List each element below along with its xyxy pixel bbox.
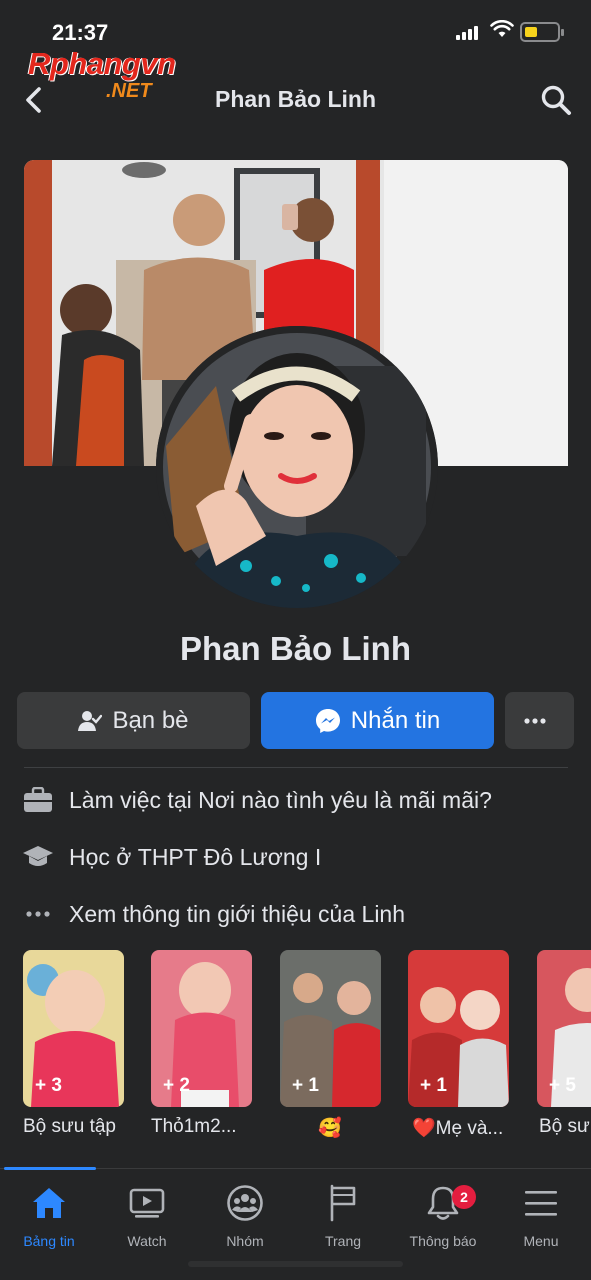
highlight-caption: Bộ sư bbox=[539, 1116, 590, 1137]
page-title: Phan Bảo Linh bbox=[215, 86, 376, 112]
tab-label: Menu bbox=[523, 1233, 559, 1249]
highlight-count: + 3 bbox=[35, 1075, 62, 1096]
highlight-count: + 1 bbox=[420, 1075, 447, 1096]
highlight-thumbnail: + 2 bbox=[151, 950, 252, 1107]
intro-work: Làm việc tại Nơi nào tình yêu là mãi mãi… bbox=[22, 782, 492, 818]
flag-icon bbox=[330, 1184, 356, 1222]
intro-school-prefix: Học ở bbox=[69, 843, 138, 870]
intro-see-about-label: Xem thông tin giới thiệu của Linh bbox=[69, 900, 406, 927]
highlight-caption: Bộ sưu tập bbox=[23, 1116, 116, 1137]
tab-news-feed[interactable]: Bảng tin bbox=[0, 1181, 98, 1249]
cellular-signal-icon bbox=[456, 26, 480, 40]
profile-avatar[interactable] bbox=[156, 326, 438, 608]
notification-badge: 2 bbox=[452, 1185, 476, 1209]
highlight-item[interactable]: + 1 ❤️Mẹ và... bbox=[408, 950, 509, 1139]
highlight-thumbnail: + 5 bbox=[537, 950, 591, 1107]
intro-work-prefix: Làm việc tại bbox=[69, 786, 199, 813]
highlight-item[interactable]: + 5 Bộ sư bbox=[537, 950, 591, 1137]
video-icon bbox=[129, 1188, 165, 1218]
tab-label: Watch bbox=[127, 1233, 167, 1249]
tab-label: Nhóm bbox=[226, 1233, 264, 1249]
intro-school-value[interactable]: THPT Đô Lương I bbox=[138, 844, 321, 871]
highlight-count: + 2 bbox=[163, 1075, 190, 1096]
highlight-thumbnail: + 3 bbox=[23, 950, 124, 1107]
more-dots-icon bbox=[523, 717, 546, 724]
tab-notifications[interactable]: 2 Thông báo bbox=[394, 1181, 492, 1249]
profile-name: Phan Bảo Linh bbox=[180, 630, 411, 667]
friends-button[interactable]: Bạn bè bbox=[17, 692, 250, 749]
more-dots-icon bbox=[26, 911, 50, 917]
more-options-button[interactable] bbox=[505, 692, 574, 749]
tab-label: Thông báo bbox=[409, 1233, 477, 1249]
highlight-thumbnail: + 1 bbox=[280, 950, 381, 1107]
message-button-label: Nhắn tin bbox=[350, 706, 441, 734]
highlight-item[interactable]: + 2 Thỏ1m2... bbox=[151, 950, 252, 1137]
menu-icon bbox=[525, 1191, 557, 1216]
active-tab-indicator bbox=[4, 1167, 96, 1170]
home-icon bbox=[33, 1188, 65, 1218]
tab-menu[interactable]: Menu bbox=[492, 1181, 590, 1249]
tab-groups[interactable]: Nhóm bbox=[196, 1181, 294, 1249]
divider bbox=[24, 767, 568, 768]
tab-pages[interactable]: Trang bbox=[294, 1181, 392, 1249]
home-indicator bbox=[188, 1261, 403, 1267]
search-icon[interactable] bbox=[540, 84, 572, 116]
tab-label: Trang bbox=[324, 1233, 362, 1249]
wifi-icon bbox=[490, 20, 514, 37]
watermark-text: Rphangvn bbox=[28, 46, 176, 81]
battery-icon bbox=[520, 22, 564, 42]
intro-work-value[interactable]: Nơi nào tình yêu là mãi mãi? bbox=[198, 787, 492, 814]
friends-button-label: Bạn bè bbox=[112, 706, 189, 734]
highlight-caption: Thỏ1m2... bbox=[151, 1116, 237, 1137]
highlight-item[interactable]: + 1 🥰 bbox=[280, 950, 381, 1139]
status-time: 21:37 bbox=[52, 20, 109, 45]
highlight-item[interactable]: + 3 Bộ sưu tập bbox=[23, 950, 124, 1137]
briefcase-icon bbox=[24, 787, 52, 812]
intro-see-about[interactable]: Xem thông tin giới thiệu của Linh bbox=[22, 896, 405, 932]
highlight-count: + 1 bbox=[292, 1075, 319, 1096]
friend-check-icon bbox=[78, 710, 103, 731]
highlight-count: + 5 bbox=[549, 1075, 576, 1096]
tab-watch[interactable]: Watch bbox=[98, 1181, 196, 1249]
intro-school: Học ở THPT Đô Lương I bbox=[22, 839, 321, 875]
messenger-icon bbox=[315, 708, 340, 733]
tab-label: Bảng tin bbox=[23, 1233, 75, 1249]
graduation-cap-icon bbox=[23, 846, 53, 866]
groups-icon bbox=[227, 1185, 263, 1221]
message-button[interactable]: Nhắn tin bbox=[261, 692, 494, 749]
featured-highlights: + 3 Bộ sưu tập + 2 Thỏ1m2... + 1 🥰 + 1 ❤… bbox=[0, 950, 591, 1140]
highlight-thumbnail: + 1 bbox=[408, 950, 509, 1107]
highlight-caption: ❤️Mẹ và... bbox=[412, 1118, 504, 1139]
